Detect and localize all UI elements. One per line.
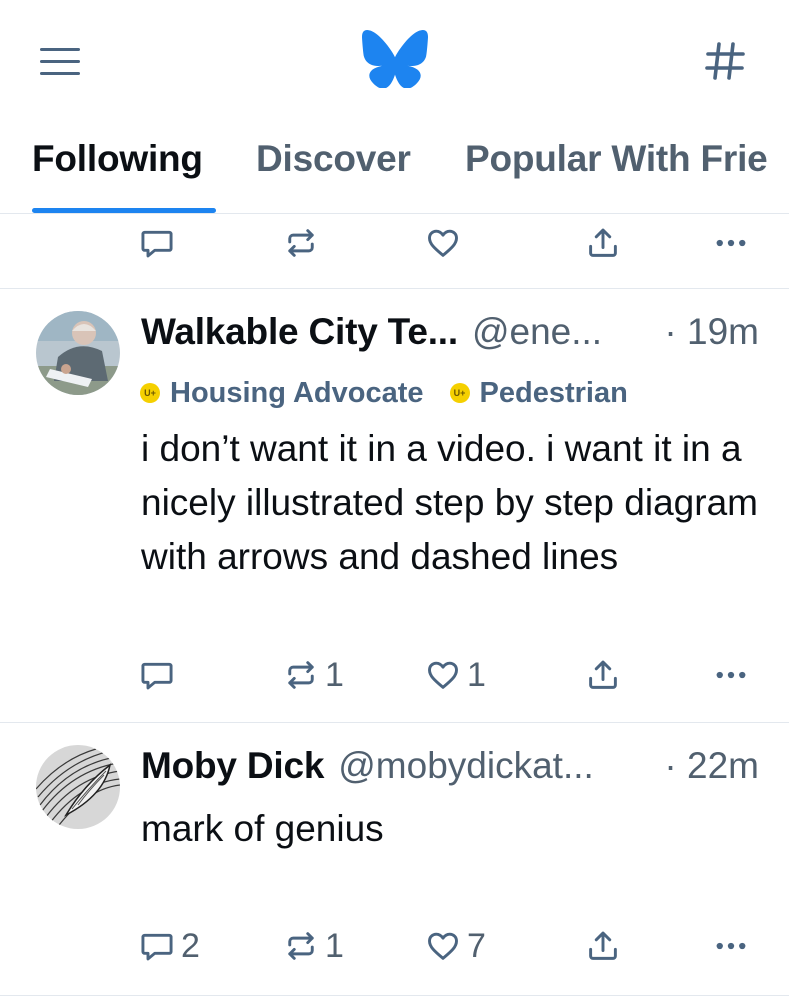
repost-button[interactable] xyxy=(283,218,319,268)
like-button[interactable] xyxy=(425,218,461,268)
author-name[interactable]: Moby Dick xyxy=(141,745,324,787)
repost-button[interactable]: 1 xyxy=(283,650,344,700)
like-button[interactable]: 7 xyxy=(425,921,486,971)
heart-icon xyxy=(425,225,461,261)
label-badge-icon: U+ xyxy=(140,383,160,403)
tab-following[interactable]: Following xyxy=(32,138,203,180)
author-handle[interactable]: @ene... xyxy=(472,311,602,353)
avatar[interactable] xyxy=(36,311,120,395)
post-item[interactable]: Walkable City Te... @ene... · 19m U+ Hou… xyxy=(0,289,789,722)
post-actions: 1 1 xyxy=(0,650,789,700)
author-handle[interactable]: @mobydickat... xyxy=(338,745,594,787)
label-pedestrian[interactable]: U+ Pedestrian xyxy=(449,376,628,410)
heart-icon xyxy=(425,928,461,964)
post-item[interactable]: Moby Dick @mobydickat... · 22m mark of g… xyxy=(0,723,789,995)
post-text: mark of genius xyxy=(141,808,384,849)
repost-arrows-icon xyxy=(283,928,319,964)
share-button[interactable] xyxy=(585,921,621,971)
tab-popular-with-friends[interactable]: Popular With Frie xyxy=(465,138,768,180)
post-text: i don’t want it in a video. i want it in… xyxy=(141,428,758,577)
label-badge-icon: U+ xyxy=(449,383,470,403)
menu-icon[interactable] xyxy=(38,44,82,78)
user-photo xyxy=(36,311,120,395)
label-text: Pedestrian xyxy=(479,376,628,409)
heart-icon xyxy=(425,657,461,693)
more-options-button[interactable] xyxy=(713,218,749,268)
post-timestamp[interactable]: · 22m xyxy=(664,745,759,787)
speech-bubble-icon xyxy=(139,657,175,693)
top-bar xyxy=(0,0,789,120)
repost-button[interactable]: 1 xyxy=(283,921,344,971)
post-actions: 2 1 7 xyxy=(0,921,789,971)
author-name[interactable]: Walkable City Te... xyxy=(141,311,458,353)
avatar[interactable] xyxy=(36,745,120,829)
post-actions xyxy=(0,218,789,268)
menu-line xyxy=(40,60,80,63)
repost-arrows-icon xyxy=(283,225,319,261)
menu-line xyxy=(40,48,80,51)
share-upload-icon xyxy=(585,657,621,693)
share-upload-icon xyxy=(585,928,621,964)
reply-button[interactable] xyxy=(139,650,181,700)
like-count: 7 xyxy=(467,927,486,965)
ellipsis-icon xyxy=(713,928,749,964)
post-timestamp[interactable]: · 19m xyxy=(664,311,759,353)
like-count: 1 xyxy=(467,656,486,694)
menu-line xyxy=(40,72,80,75)
share-button[interactable] xyxy=(585,218,621,268)
repost-arrows-icon xyxy=(283,657,319,693)
repost-count: 1 xyxy=(325,927,344,965)
post-divider xyxy=(0,995,789,996)
ellipsis-icon xyxy=(713,657,749,693)
label-housing-advocate[interactable]: U+ Housing Advocate xyxy=(140,377,424,410)
hashtag-icon[interactable] xyxy=(700,36,750,86)
profile-labels: U+ Housing Advocate U+ Pedestrian xyxy=(140,375,654,411)
user-engraving-image xyxy=(36,745,120,829)
feed-tabs: Following Discover Popular With Frie xyxy=(0,120,789,214)
reply-button[interactable]: 2 xyxy=(139,921,200,971)
active-tab-indicator xyxy=(32,208,216,213)
speech-bubble-icon xyxy=(139,928,175,964)
label-text: Housing Advocate xyxy=(170,376,424,409)
like-button[interactable]: 1 xyxy=(425,650,486,700)
reply-count: 2 xyxy=(181,927,200,965)
repost-count: 1 xyxy=(325,656,344,694)
share-upload-icon xyxy=(585,225,621,261)
more-options-button[interactable] xyxy=(713,921,749,971)
tab-discover[interactable]: Discover xyxy=(256,138,411,180)
share-button[interactable] xyxy=(585,650,621,700)
ellipsis-icon xyxy=(713,225,749,261)
post-header: Walkable City Te... @ene... · 19m xyxy=(141,311,759,355)
reply-button[interactable] xyxy=(139,218,175,268)
butterfly-logo-icon[interactable] xyxy=(362,30,428,88)
post-header: Moby Dick @mobydickat... · 22m xyxy=(141,745,759,789)
more-options-button[interactable] xyxy=(713,650,749,700)
speech-bubble-icon xyxy=(139,225,175,261)
